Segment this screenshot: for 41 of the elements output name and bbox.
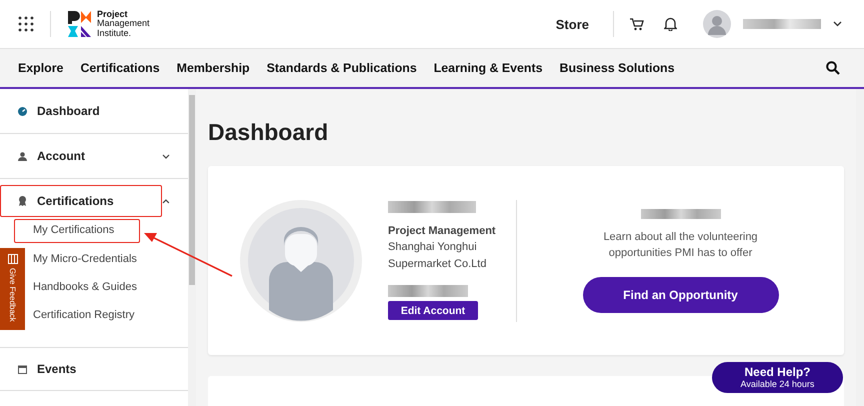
nav-link[interactable]: Learning & Events bbox=[434, 61, 543, 75]
sidebar-subitem[interactable]: Certification Registry bbox=[28, 301, 158, 329]
nav-link[interactable]: Certifications bbox=[80, 61, 160, 75]
apps-grid-icon[interactable] bbox=[18, 16, 34, 32]
sidebar-item[interactable]: Certifications bbox=[0, 185, 162, 217]
sidebar-subitem[interactable]: My Certifications bbox=[14, 219, 140, 243]
avatar-silhouette-icon bbox=[240, 200, 362, 322]
edit-account-button[interactable]: Edit Account bbox=[388, 301, 478, 320]
person-icon bbox=[18, 152, 27, 160]
logo-mark-icon[interactable] bbox=[67, 10, 93, 38]
sidebar-item[interactable]: Account bbox=[0, 140, 146, 172]
chevron-up-icon[interactable] bbox=[162, 198, 170, 204]
volunteer-text: Learn about all the volunteering opportunities PMI has to offer bbox=[603, 230, 758, 260]
calendar-icon bbox=[18, 364, 27, 374]
sidebar-item[interactable]: Dashboard bbox=[0, 95, 146, 127]
find-opportunity-button[interactable]: Find an Opportunity bbox=[582, 276, 778, 312]
sidebar-item[interactable]: Events bbox=[0, 353, 146, 385]
search-icon[interactable] bbox=[826, 61, 840, 75]
nav-link[interactable]: Business Solutions bbox=[560, 61, 674, 75]
role-text: Project Management bbox=[388, 225, 497, 237]
gauge-icon bbox=[18, 106, 27, 116]
nav-link[interactable]: Membership bbox=[176, 61, 250, 75]
chevron-down-icon[interactable] bbox=[833, 21, 842, 27]
nav-link[interactable]: Standards & Publications bbox=[266, 61, 417, 75]
sidebar-scrollbar[interactable] bbox=[188, 89, 196, 406]
cart-icon[interactable] bbox=[630, 18, 644, 30]
page-scrollbar[interactable] bbox=[856, 89, 864, 406]
chevron-down-icon[interactable] bbox=[162, 154, 170, 158]
award-icon bbox=[18, 196, 27, 206]
list-icon bbox=[8, 254, 18, 264]
company-text: Shanghai Yonghui Supermarket Co.Ltd bbox=[388, 240, 488, 272]
page-title: Dashboard bbox=[208, 119, 330, 146]
bell-icon[interactable] bbox=[664, 17, 677, 31]
give-feedback-tab[interactable]: Give Feedback bbox=[0, 248, 25, 330]
avatar-icon[interactable] bbox=[703, 10, 731, 38]
logo-text: Project Management Institute. bbox=[97, 10, 150, 38]
sidebar-subitem[interactable]: Handbooks & Guides bbox=[28, 273, 158, 301]
nav-link[interactable]: Explore bbox=[18, 61, 64, 75]
sidebar-subitem[interactable]: My Micro-Credentials bbox=[28, 245, 158, 273]
store-link[interactable]: Store bbox=[556, 16, 589, 32]
need-help-button[interactable]: Need Help? Available 24 hours bbox=[712, 362, 843, 393]
